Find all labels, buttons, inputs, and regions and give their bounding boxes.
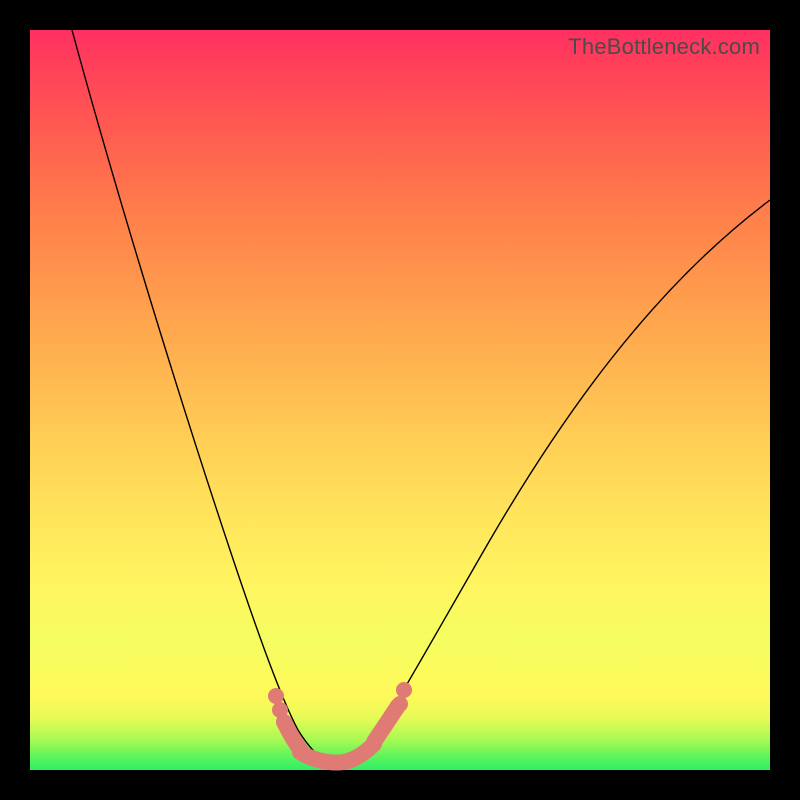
highlight-right-arm [374, 706, 398, 742]
highlight-dot-left-upper [268, 688, 284, 704]
highlight-left-arm [284, 722, 302, 752]
highlight-trough [300, 744, 374, 763]
curve-svg [30, 30, 770, 770]
highlight-dot-left-lower [272, 702, 288, 718]
watermark-text: TheBottleneck.com [568, 34, 760, 60]
frame: TheBottleneck.com [0, 0, 800, 800]
highlight-dot-right-upper [396, 682, 412, 698]
highlight-dot-right-lower [392, 696, 408, 712]
plot-area: TheBottleneck.com [30, 30, 770, 770]
bottleneck-curve-line [72, 30, 770, 763]
